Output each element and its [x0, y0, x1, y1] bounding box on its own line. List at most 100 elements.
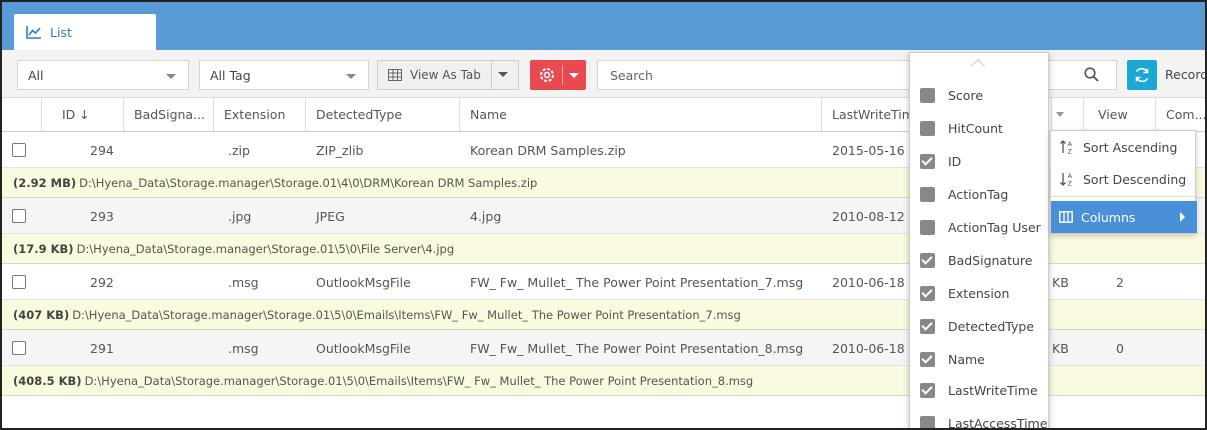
- refresh-button[interactable]: [1127, 60, 1157, 90]
- column-option-label: BadSignature: [948, 252, 1033, 268]
- checkbox[interactable]: [920, 153, 935, 169]
- cell-view: 0: [1116, 340, 1124, 356]
- column-option-detectedtype[interactable]: DetectedType: [910, 310, 1048, 342]
- chevron-down-icon[interactable]: [569, 73, 579, 78]
- view-as-tab-button[interactable]: View As Tab: [377, 60, 519, 90]
- checkbox[interactable]: [920, 186, 935, 202]
- column-option-label: ActionTag: [948, 186, 1009, 202]
- cell-detectedtype: OutlookMsgFile: [316, 340, 411, 356]
- columns-submenu-item[interactable]: Columns: [1051, 201, 1197, 233]
- divider: [1051, 196, 1197, 197]
- sort-ascending-item[interactable]: A Z Sort Ascending: [1051, 131, 1197, 163]
- column-option-badsignature[interactable]: BadSignature: [910, 244, 1048, 276]
- column-option-label: Score: [948, 87, 984, 103]
- chevron-up-icon[interactable]: [970, 58, 986, 74]
- settings-button[interactable]: [530, 60, 586, 90]
- file-size: (408.5 KB): [13, 373, 82, 388]
- chevron-down-icon[interactable]: [498, 72, 508, 77]
- cell-detectedtype: JPEG: [316, 208, 345, 224]
- header-name[interactable]: Name: [460, 98, 822, 131]
- column-option-label: LastAccessTime: [948, 415, 1048, 430]
- columns-label: Columns: [1081, 209, 1136, 225]
- chevron-down-icon: [166, 74, 176, 79]
- checkbox[interactable]: [920, 318, 935, 334]
- filter-select-value: All: [28, 67, 44, 83]
- column-option-label: DetectedType: [948, 318, 1035, 334]
- header-menu-toggle[interactable]: [1052, 98, 1084, 131]
- row-checkbox[interactable]: [12, 341, 26, 355]
- checkbox[interactable]: [920, 252, 935, 268]
- tab-bar: List: [2, 2, 1205, 50]
- tab-label: List: [50, 24, 72, 40]
- table-icon: [388, 69, 402, 81]
- header-checkbox-column: [2, 98, 42, 131]
- header-comments[interactable]: Com...: [1156, 98, 1205, 131]
- cell-extension: .jpg: [228, 208, 252, 224]
- cell-extension: .msg: [228, 340, 259, 356]
- columns-icon: [1059, 211, 1073, 223]
- chevron-right-icon: [1180, 212, 1185, 222]
- cell-lastwritetime: 2010-06-18 0: [832, 340, 917, 356]
- grid-window: List All All Tag View As Tab Search Reco…: [0, 0, 1207, 430]
- column-option-actiontag-user[interactable]: ActionTag User: [910, 211, 1048, 243]
- column-option-label: Name: [948, 351, 985, 367]
- header-id[interactable]: ID ↓: [42, 98, 124, 131]
- cell-id: 291: [90, 340, 114, 356]
- column-option-label: HitCount: [948, 120, 1003, 136]
- file-path: D:\Hyena_Data\Storage.manager\Storage.01…: [72, 307, 741, 322]
- tag-select[interactable]: All Tag: [199, 60, 369, 90]
- checkbox[interactable]: [920, 219, 935, 235]
- cell-name: FW_ Fw_ Mullet_ The Power Point Presenta…: [470, 340, 804, 356]
- checkbox[interactable]: [920, 415, 935, 428]
- divider: [562, 65, 563, 85]
- column-option-label: ID: [948, 153, 962, 169]
- column-option-score[interactable]: Score: [910, 79, 1048, 111]
- cell-detectedtype: OutlookMsgFile: [316, 274, 411, 290]
- column-chooser-popup: Score HitCount ID ActionTag ActionTag Us…: [909, 52, 1049, 430]
- divider: [491, 61, 492, 89]
- row-checkbox[interactable]: [12, 143, 26, 157]
- cell-lastwritetime: 2015-05-16 2: [832, 142, 917, 158]
- column-option-extension[interactable]: Extension: [910, 277, 1048, 309]
- column-option-id[interactable]: ID: [910, 145, 1048, 177]
- column-option-actiontag[interactable]: ActionTag: [910, 178, 1048, 210]
- filter-select[interactable]: All: [17, 60, 189, 90]
- cell-lastwritetime: 2010-08-12 1: [832, 208, 917, 224]
- checkbox[interactable]: [920, 87, 935, 103]
- checkbox[interactable]: [920, 382, 935, 398]
- header-view[interactable]: View: [1084, 98, 1156, 131]
- column-option-name[interactable]: Name: [910, 343, 1048, 375]
- sort-descending-icon: A Z: [1060, 172, 1073, 188]
- sort-descending-label: Sort Descending: [1083, 171, 1187, 187]
- header-detectedtype[interactable]: DetectedType: [306, 98, 460, 131]
- view-as-tab-label: View As Tab: [410, 68, 481, 82]
- checkbox[interactable]: [920, 285, 935, 301]
- header-badsignature[interactable]: BadSigna...: [124, 98, 214, 131]
- row-checkbox[interactable]: [12, 275, 26, 289]
- cell-extension: .zip: [228, 142, 250, 158]
- file-size: (17.9 KB): [13, 241, 74, 256]
- chevron-down-icon: [346, 74, 356, 79]
- sort-ascending-label: Sort Ascending: [1083, 139, 1178, 155]
- checkbox[interactable]: [920, 120, 935, 136]
- svg-text:Z: Z: [1068, 180, 1073, 188]
- search-icon[interactable]: [1084, 67, 1099, 82]
- chevron-down-icon: [1056, 112, 1064, 117]
- column-option-hitcount[interactable]: HitCount: [910, 112, 1048, 144]
- gear-icon: [540, 68, 554, 82]
- cell-name: Korean DRM Samples.zip: [470, 142, 626, 158]
- cell-view: 2: [1116, 274, 1124, 290]
- column-option-lastwritetime[interactable]: LastWriteTime: [910, 374, 1048, 406]
- checkbox[interactable]: [920, 351, 935, 367]
- cell-size: KB: [1052, 340, 1069, 356]
- tab-list[interactable]: List: [14, 14, 156, 50]
- file-path: D:\Hyena_Data\Storage.manager\Storage.01…: [79, 175, 538, 190]
- row-checkbox[interactable]: [12, 209, 26, 223]
- cell-name: 4.jpg: [470, 208, 502, 224]
- cell-id: 293: [90, 208, 114, 224]
- column-context-menu: A Z Sort Ascending A Z Sort Descending C…: [1050, 130, 1197, 234]
- sort-descending-item[interactable]: A Z Sort Descending: [1051, 163, 1197, 195]
- cell-lastwritetime: 2010-06-18 0: [832, 274, 917, 290]
- header-extension[interactable]: Extension: [214, 98, 306, 131]
- column-option-lastaccesstime[interactable]: LastAccessTime: [910, 407, 1048, 430]
